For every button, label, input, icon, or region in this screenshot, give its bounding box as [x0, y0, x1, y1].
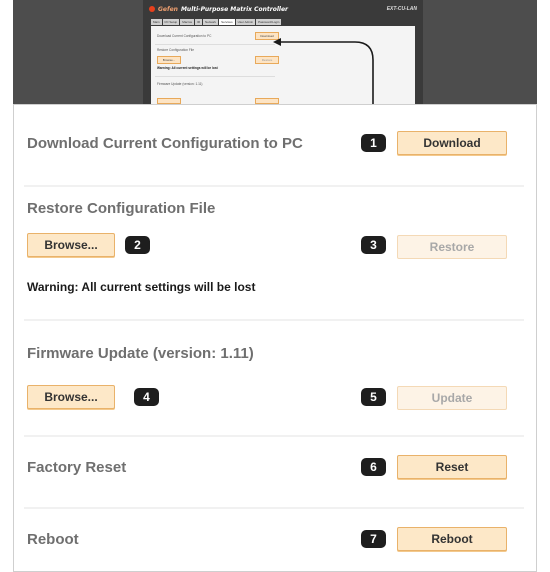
download-button[interactable]: Download: [397, 131, 507, 155]
step-badge-6: 6: [361, 458, 386, 476]
section-divider: [24, 319, 524, 321]
step-badge-7: 7: [361, 530, 386, 548]
reboot-title: Reboot: [27, 531, 79, 548]
factory-reset-button[interactable]: Reset: [397, 455, 507, 479]
reboot-button[interactable]: Reboot: [397, 527, 507, 551]
firmware-browse-button[interactable]: Browse...: [27, 385, 115, 409]
restore-button[interactable]: Restore: [397, 235, 507, 259]
factory-reset-title: Factory Reset: [27, 459, 127, 476]
restore-browse-button[interactable]: Browse...: [27, 233, 115, 257]
restore-warning-text: Warning: All current settings will be lo…: [27, 280, 256, 294]
download-config-title: Download Current Configuration to PC: [27, 135, 303, 152]
callout-arrow-icon: [273, 38, 374, 104]
section-divider: [24, 507, 524, 509]
services-panel: Download Current Configuration to PC 1 D…: [13, 104, 537, 572]
step-badge-5: 5: [361, 388, 386, 406]
step-badge-1: 1: [361, 134, 386, 152]
thumbnail-screenshot: Gefen Multi-Purpose Matrix Controller EX…: [13, 0, 537, 104]
step-badge-4: 4: [134, 388, 159, 406]
step-badge-2: 2: [125, 236, 150, 254]
step-badge-3: 3: [361, 236, 386, 254]
section-divider: [24, 185, 524, 187]
firmware-update-button[interactable]: Update: [397, 386, 507, 410]
restore-config-title: Restore Configuration File: [27, 200, 216, 217]
firmware-update-title: Firmware Update (version: 1.11): [27, 345, 254, 362]
section-divider: [24, 435, 524, 437]
